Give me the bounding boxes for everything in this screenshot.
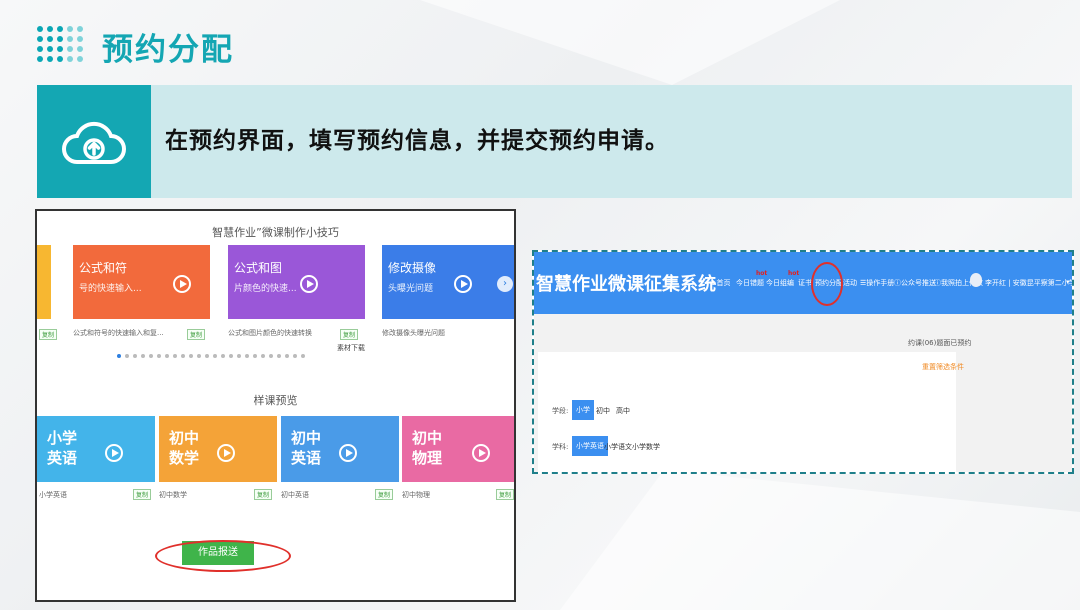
tip-caption: 公式和图片颜色的快速转换	[228, 329, 312, 337]
subject-option-chinese[interactable]: 小学语文	[604, 442, 632, 452]
sample-caption: 初中数学	[159, 491, 187, 499]
sample-caption: 初中物理	[402, 491, 430, 499]
tip-card-edge[interactable]	[37, 245, 51, 319]
tip-card-subtitle: 头曝光问题	[388, 284, 434, 294]
sample-caption: 初中英语	[281, 491, 309, 499]
copy-tag[interactable]: 复制	[187, 329, 206, 340]
sample-caption: 小学英语	[39, 491, 67, 499]
subject-label: 学科:	[552, 443, 569, 451]
tip-caption: 公式和符号的快速输入和复...	[73, 329, 164, 337]
sample-card[interactable]: 小学 英语	[37, 416, 155, 482]
nav-wechat-label: 公众号推送	[901, 279, 936, 287]
download-link[interactable]: 素材下载	[337, 343, 365, 353]
sample-card[interactable]: 初中 数学	[159, 416, 277, 482]
copy-tag[interactable]: 复制	[340, 329, 359, 340]
sample-card[interactable]: 初中 物理	[402, 416, 514, 482]
highlight-oval	[155, 540, 291, 572]
tip-card[interactable]: 公式和符 号的快速输入...	[73, 245, 210, 319]
background-shape	[560, 470, 1080, 610]
play-icon	[173, 275, 191, 293]
copy-tag[interactable]: 复制	[375, 489, 394, 500]
hot-badge: hot	[756, 270, 768, 277]
subject-option-math[interactable]: 小学数学	[632, 442, 660, 452]
tip-card[interactable]: 修改摄像 头曝光问题 ›	[382, 245, 514, 319]
stage-label: 学段:	[552, 407, 569, 415]
info-icon: ⓘ	[894, 279, 901, 287]
sample-card-title: 初中 英语	[291, 429, 322, 467]
user-menu[interactable]: 李开红 | 安徽昆平察第二小学 |	[985, 278, 1072, 288]
copy-tag[interactable]: 复制	[254, 489, 273, 500]
preview-heading: 样课预览	[253, 394, 298, 407]
cloud-upload-icon	[37, 85, 151, 198]
copy-tag[interactable]: 复制	[496, 489, 514, 500]
nav-manual[interactable]: ☰操作手册	[860, 278, 894, 288]
play-icon	[339, 444, 357, 462]
system-page-screenshot: 智慧作业微课征集系统 ⌂首页 今日错题 hot 今日组编 hot 证书 预约分配…	[532, 250, 1074, 474]
nav-home[interactable]: ⌂首页	[712, 278, 730, 288]
tip-card-title: 修改摄像	[388, 261, 437, 275]
sample-card-title: 初中 物理	[412, 429, 443, 467]
nav-activity[interactable]: 活动	[843, 278, 857, 288]
stage-option-junior[interactable]: 初中	[596, 406, 610, 416]
system-title: 智慧作业微课征集系统	[536, 274, 716, 295]
play-icon	[217, 444, 235, 462]
play-icon	[472, 444, 490, 462]
nav-wechat[interactable]: ⓘ公众号推送	[894, 278, 936, 288]
play-icon	[105, 444, 123, 462]
chevron-down-icon[interactable]: ▾	[1066, 278, 1070, 286]
info-icon: ⓘ	[934, 279, 941, 287]
play-icon	[300, 275, 318, 293]
tip-card-title: 公式和图	[234, 261, 283, 275]
tip-caption: 修改摄像头曝光问题	[382, 329, 445, 337]
tip-card[interactable]: 公式和图 片颜色的快速...	[228, 245, 365, 319]
carousel-pager[interactable]	[117, 354, 305, 358]
nav-certificate[interactable]: 证书	[798, 278, 812, 288]
nav-daily-compile[interactable]: 今日组编	[766, 278, 794, 288]
nav-manual-label: 操作手册	[866, 279, 895, 287]
slide-title: 预约分配	[102, 32, 234, 68]
nav-home-label: 首页	[716, 279, 731, 287]
stage-option-primary[interactable]: 小学	[572, 400, 594, 420]
tips-heading: 智慧作业”微课制作小技巧	[212, 226, 339, 239]
reset-filter-link[interactable]: 重置筛选条件	[922, 362, 964, 372]
tip-card-title: 公式和符	[79, 261, 128, 275]
filter-panel: 重置筛选条件 学段: 小学 初中 高中 学科: 小学英语 小学语文 小学数学	[538, 352, 964, 472]
background-shape	[420, 0, 840, 85]
tips-page-screenshot: 智慧作业”微课制作小技巧 公式和符 号的快速输入... 公式和图 片颜色的快速.…	[35, 209, 516, 602]
subject-option-english[interactable]: 小学英语	[572, 436, 608, 456]
sample-card[interactable]: 初中 英语	[281, 416, 399, 482]
stage-option-senior[interactable]: 高中	[616, 406, 630, 416]
tip-card-subtitle: 片颜色的快速...	[234, 284, 297, 294]
appointment-notice: 约课(06)题面已预约	[908, 339, 972, 347]
tip-card-subtitle: 号的快速输入...	[79, 284, 142, 294]
avatar[interactable]	[970, 273, 982, 287]
instruction-text: 在预约界面，填写预约信息，并提交预约申请。	[165, 128, 669, 154]
play-icon	[454, 275, 472, 293]
decor-dots	[37, 26, 83, 62]
hot-badge: hot	[788, 270, 800, 277]
sample-card-title: 小学 英语	[47, 429, 78, 467]
instruction-banner: 在预约界面，填写预约信息，并提交预约申请。	[37, 85, 1072, 198]
system-header: 智慧作业微课征集系统 ⌂首页 今日错题 hot 今日组编 hot 证书 预约分配…	[534, 252, 1072, 314]
highlight-oval	[811, 262, 843, 306]
copy-tag[interactable]: 复制	[39, 329, 58, 340]
sample-card-title: 初中 数学	[169, 429, 200, 467]
nav-wrong-questions[interactable]: 今日错题	[736, 278, 764, 288]
carousel-next-icon[interactable]: ›	[497, 276, 513, 292]
copy-tag[interactable]: 复制	[133, 489, 152, 500]
